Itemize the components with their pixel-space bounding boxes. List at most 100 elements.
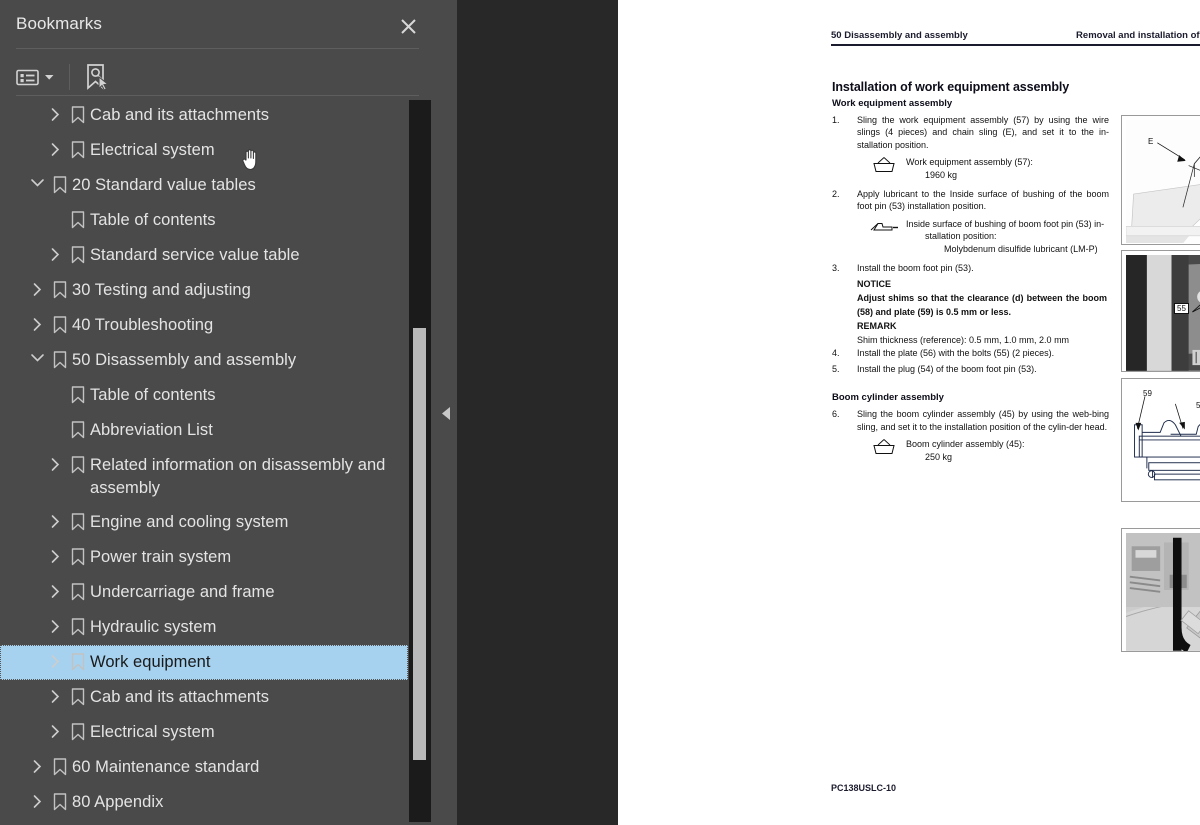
bookmark-item[interactable]: 90 Diagrams and drawings	[0, 820, 408, 825]
bookmark-item[interactable]: Table of contents	[0, 203, 408, 238]
bookmark-item-label: Related information on disassembly and a…	[90, 456, 386, 497]
bookmark-item[interactable]: Work equipment	[0, 645, 408, 680]
chevron-placeholder	[44, 384, 66, 387]
chevron-right-icon[interactable]	[26, 314, 48, 332]
panel-title: Bookmarks	[16, 14, 102, 33]
list-options-icon[interactable]	[16, 62, 57, 92]
bookmark-icon	[66, 546, 90, 566]
bookmark-item-label: Engine and cooling system	[90, 513, 289, 531]
step-3: 3. Install the boom foot pin (53).	[832, 262, 1109, 274]
figure-label-59: 59	[1143, 389, 1152, 398]
triangle-left-icon[interactable]	[440, 405, 452, 421]
bookmarks-scrollbar[interactable]	[409, 100, 431, 822]
sling-weight-icon	[870, 438, 900, 458]
chevron-right-icon[interactable]	[44, 104, 66, 122]
bookmark-icon	[48, 174, 72, 194]
chevron-right-icon[interactable]	[44, 546, 66, 564]
bookmark-item-label: Cab and its attachments	[90, 688, 270, 706]
bookmark-icon	[66, 651, 90, 671]
bookmark-icon	[48, 279, 72, 299]
step-text: Install the plate (56) with the bolts (5…	[857, 348, 1055, 359]
bookmark-item[interactable]: 50 Disassembly and assembly	[0, 343, 408, 378]
chevron-right-icon[interactable]	[44, 651, 66, 669]
chevron-right-icon[interactable]	[44, 721, 66, 739]
chevron-right-icon[interactable]	[26, 279, 48, 297]
bookmark-item[interactable]: 30 Testing and adjusting	[0, 273, 408, 308]
bookmark-icon	[66, 419, 90, 439]
bookmark-item[interactable]: Abbreviation List	[0, 413, 408, 448]
bookmark-icon	[48, 314, 72, 334]
bookmark-item-label: 40 Troubleshooting	[72, 316, 214, 334]
bookmark-item-label: Electrical system	[90, 141, 215, 159]
bookmarks-scrollbar-thumb[interactable]	[413, 328, 426, 760]
document-page: 50 Disassembly and assembly Removal and …	[618, 0, 1200, 825]
bookmark-item-label: Table of contents	[90, 386, 216, 404]
step-text: Install the plug (54) of the boom foot p…	[857, 363, 1037, 374]
note-line-2: 1960 kg	[925, 169, 958, 180]
chevron-down-icon[interactable]	[26, 349, 48, 363]
header-rule	[831, 44, 1200, 46]
bookmark-item[interactable]: Cab and its attachments	[0, 680, 408, 715]
bookmarks-tree[interactable]: Cab and its attachments Electrical system…	[0, 96, 408, 825]
notice-text: Adjust shims so that the clearance (d) b…	[857, 293, 1107, 318]
bookmark-item[interactable]: Standard service value table	[0, 238, 408, 273]
bookmark-item-label: 30 Testing and adjusting	[72, 281, 251, 299]
figure-label-55: 55	[1174, 303, 1189, 314]
chevron-right-icon[interactable]	[44, 686, 66, 704]
step-number: 6.	[832, 409, 840, 420]
step-text: Sling the boom cylinder assembly (45) by…	[857, 409, 1109, 432]
bookmark-item[interactable]: 20 Standard value tables	[0, 168, 408, 203]
bookmark-icon	[48, 756, 72, 776]
chevron-right-icon[interactable]	[44, 139, 66, 157]
close-icon[interactable]	[394, 12, 422, 40]
chevron-right-icon[interactable]	[26, 756, 48, 774]
bookmark-item-label: 20 Standard value tables	[72, 176, 256, 194]
bookmark-item[interactable]: 40 Troubleshooting	[0, 308, 408, 343]
bookmark-icon	[66, 384, 90, 404]
bookmark-pointer-icon[interactable]	[84, 62, 110, 92]
chevron-right-icon[interactable]	[44, 616, 66, 634]
bookmark-item[interactable]: Electrical system	[0, 133, 408, 168]
chevron-down-icon	[44, 68, 55, 86]
chevron-right-icon[interactable]	[44, 511, 66, 529]
bookmark-item[interactable]: Cab and its attachments	[0, 98, 408, 133]
step-number: 3.	[832, 263, 840, 274]
bookmark-item[interactable]: 80 Appendix	[0, 785, 408, 820]
chevron-right-icon[interactable]	[44, 454, 66, 472]
chevron-right-icon[interactable]	[26, 791, 48, 809]
bookmark-item-label: 50 Disassembly and assembly	[72, 351, 297, 369]
bookmark-item[interactable]: Hydraulic system	[0, 610, 408, 645]
chevron-right-icon[interactable]	[44, 581, 66, 599]
remark-label: REMARK	[857, 321, 897, 332]
note-boom-cylinder-weight: Boom cylinder assembly (45): 250 kg	[870, 438, 1109, 463]
bookmark-item[interactable]: 60 Maintenance standard	[0, 750, 408, 785]
bookmark-item-label: Table of contents	[90, 211, 216, 229]
chevron-right-icon[interactable]	[44, 244, 66, 262]
panel-divider[interactable]	[435, 0, 457, 825]
bookmark-icon	[66, 616, 90, 636]
bookmark-item-label: 80 Appendix	[72, 793, 164, 811]
bookmark-item[interactable]: Undercarriage and frame	[0, 575, 408, 610]
bookmark-item[interactable]: Electrical system	[0, 715, 408, 750]
bookmarks-panel: Bookmarks Cab and its attachments Electr…	[0, 0, 435, 825]
header-divider	[16, 48, 419, 49]
figure-boom-foot-pin: 56 55 53 54 60069432	[1121, 250, 1200, 372]
note-line-1: Inside surface of bushing of boom foot p…	[906, 218, 1105, 229]
bookmark-item[interactable]: Related information on disassembly and a…	[0, 448, 408, 505]
header-left-text: 50 Disassembly and assembly	[831, 30, 968, 41]
bookmark-item[interactable]: Engine and cooling system	[0, 505, 408, 540]
document-body-column: Installation of work equipment assembly …	[832, 80, 1109, 470]
bookmark-icon	[66, 139, 90, 159]
bookmark-icon	[66, 104, 90, 124]
note-line-2: stallation position:	[925, 231, 997, 242]
document-viewport[interactable]: 50 Disassembly and assembly Removal and …	[457, 0, 1200, 825]
chevron-down-icon[interactable]	[26, 174, 48, 188]
step-text: Apply lubricant to the Inside surface of…	[857, 189, 1109, 212]
subsection-work-equipment-assembly: Work equipment assembly	[832, 98, 953, 109]
bookmark-item[interactable]: Table of contents	[0, 378, 408, 413]
bookmark-icon	[66, 454, 90, 474]
bookmark-item-label: 60 Maintenance standard	[72, 758, 260, 776]
figure-shim-clearance: 59 58 d 60069435	[1121, 378, 1200, 502]
bookmarks-panel-header: Bookmarks	[0, 0, 435, 50]
bookmark-item[interactable]: Power train system	[0, 540, 408, 575]
